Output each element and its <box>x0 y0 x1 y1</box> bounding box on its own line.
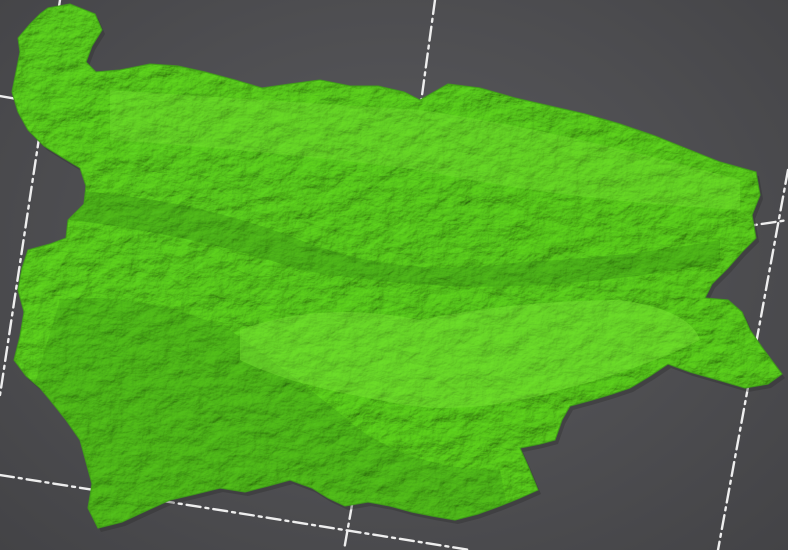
3d-viewport[interactable] <box>0 0 788 550</box>
terrain-model[interactable] <box>0 0 788 550</box>
